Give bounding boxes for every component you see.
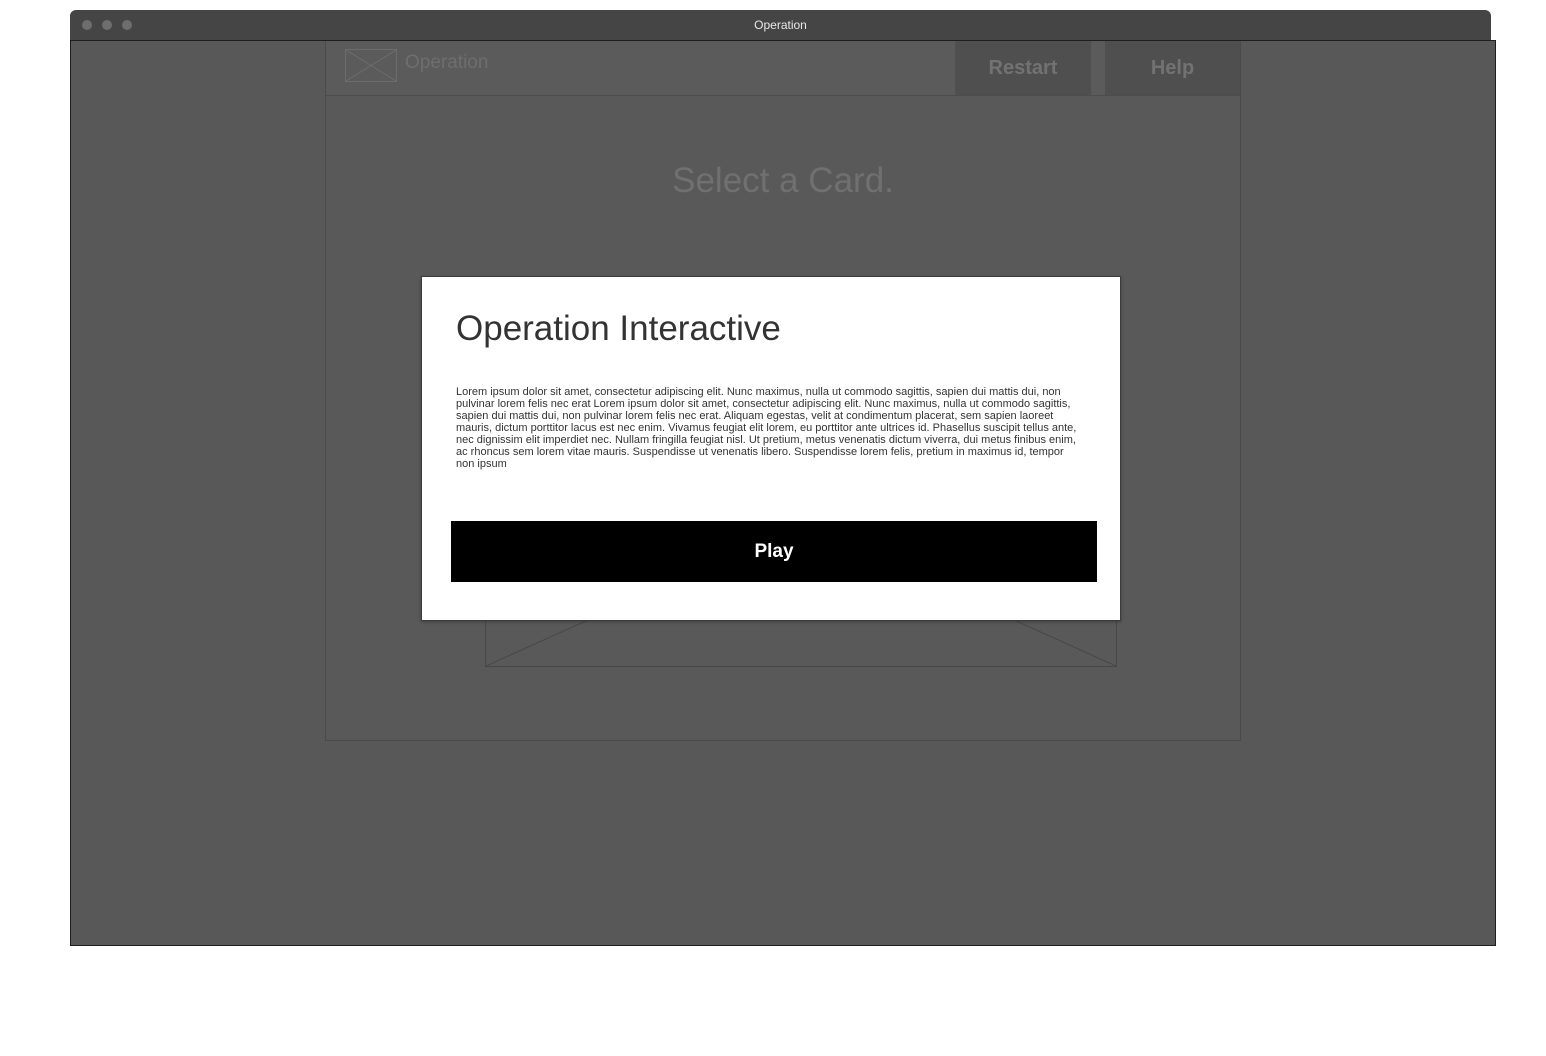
window-title: Operation xyxy=(754,18,807,32)
modal-title: Operation Interactive xyxy=(456,309,781,348)
window-titlebar[interactable]: Operation xyxy=(70,10,1491,40)
restart-button[interactable]: Restart xyxy=(955,41,1091,95)
app-window: Operation Operation Restart Help Select … xyxy=(70,10,1496,946)
page-heading: Select a Card. xyxy=(672,161,894,200)
dimmed-viewport: Operation Restart Help Select a Card. Op… xyxy=(70,40,1496,946)
app-header: Operation Restart Help xyxy=(326,41,1240,96)
app-name: Operation xyxy=(405,52,489,73)
play-button[interactable]: Play xyxy=(451,521,1097,582)
modal-body-text: Lorem ipsum dolor sit amet, consectetur … xyxy=(456,386,1077,470)
image-placeholder-icon xyxy=(345,49,397,82)
help-button[interactable]: Help xyxy=(1105,41,1240,95)
intro-modal: Operation Interactive Lorem ipsum dolor … xyxy=(421,276,1121,621)
